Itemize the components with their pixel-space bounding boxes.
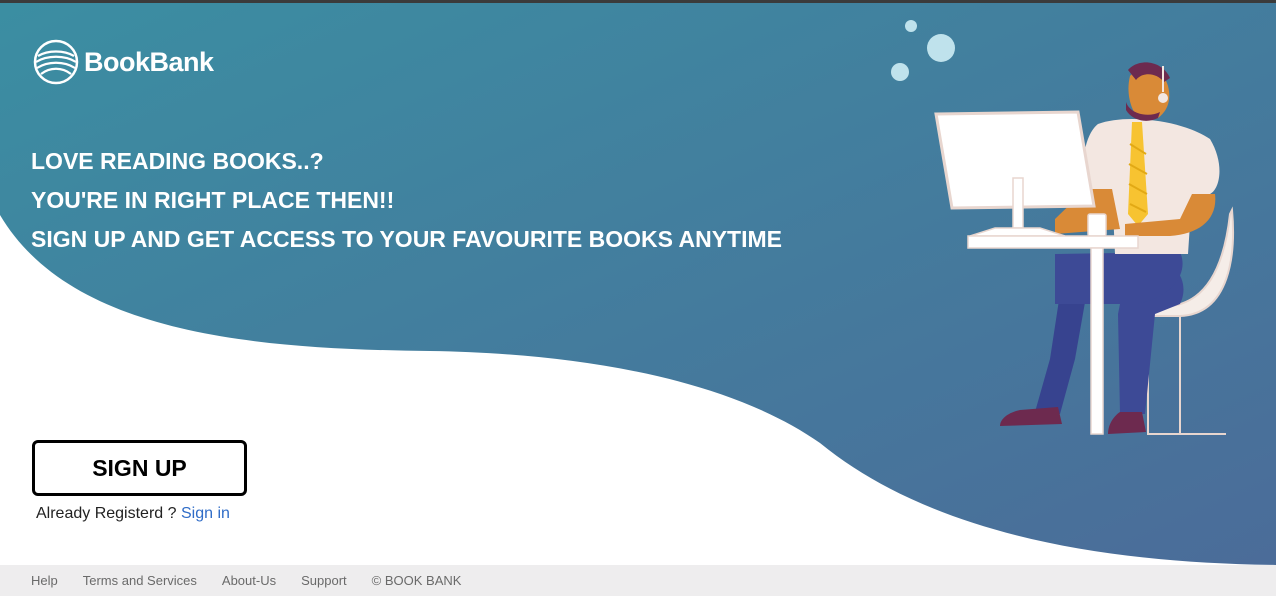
footer-link-help[interactable]: Help bbox=[31, 573, 58, 588]
footer: Help Terms and Services About-Us Support… bbox=[0, 565, 1276, 596]
person-at-computer-illustration bbox=[891, 20, 1235, 435]
sign-in-link[interactable]: Sign in bbox=[181, 505, 230, 522]
signin-prompt: Already Registerd ? Sign in bbox=[36, 505, 230, 523]
hero-headline: LOVE READING BOOKS..? YOU'RE IN RIGHT PL… bbox=[31, 142, 782, 259]
headline-line-3: SIGN UP AND GET ACCESS TO YOUR FAVOURITE… bbox=[31, 226, 782, 252]
headline-line-2: YOU'RE IN RIGHT PLACE THEN!! bbox=[31, 187, 395, 213]
footer-link-support[interactable]: Support bbox=[301, 573, 347, 588]
headline-line-1: LOVE READING BOOKS..? bbox=[31, 148, 324, 174]
brand-logo[interactable]: BookBank bbox=[33, 39, 214, 85]
bookbank-logo-icon bbox=[33, 39, 79, 85]
sign-up-button[interactable]: SIGN UP bbox=[32, 440, 247, 496]
already-registered-text: Already Registerd ? bbox=[36, 505, 177, 522]
footer-copyright: © BOOK BANK bbox=[371, 573, 462, 588]
footer-link-terms[interactable]: Terms and Services bbox=[83, 573, 197, 588]
footer-link-about[interactable]: About-Us bbox=[222, 573, 276, 588]
brand-name: BookBank bbox=[84, 46, 214, 77]
